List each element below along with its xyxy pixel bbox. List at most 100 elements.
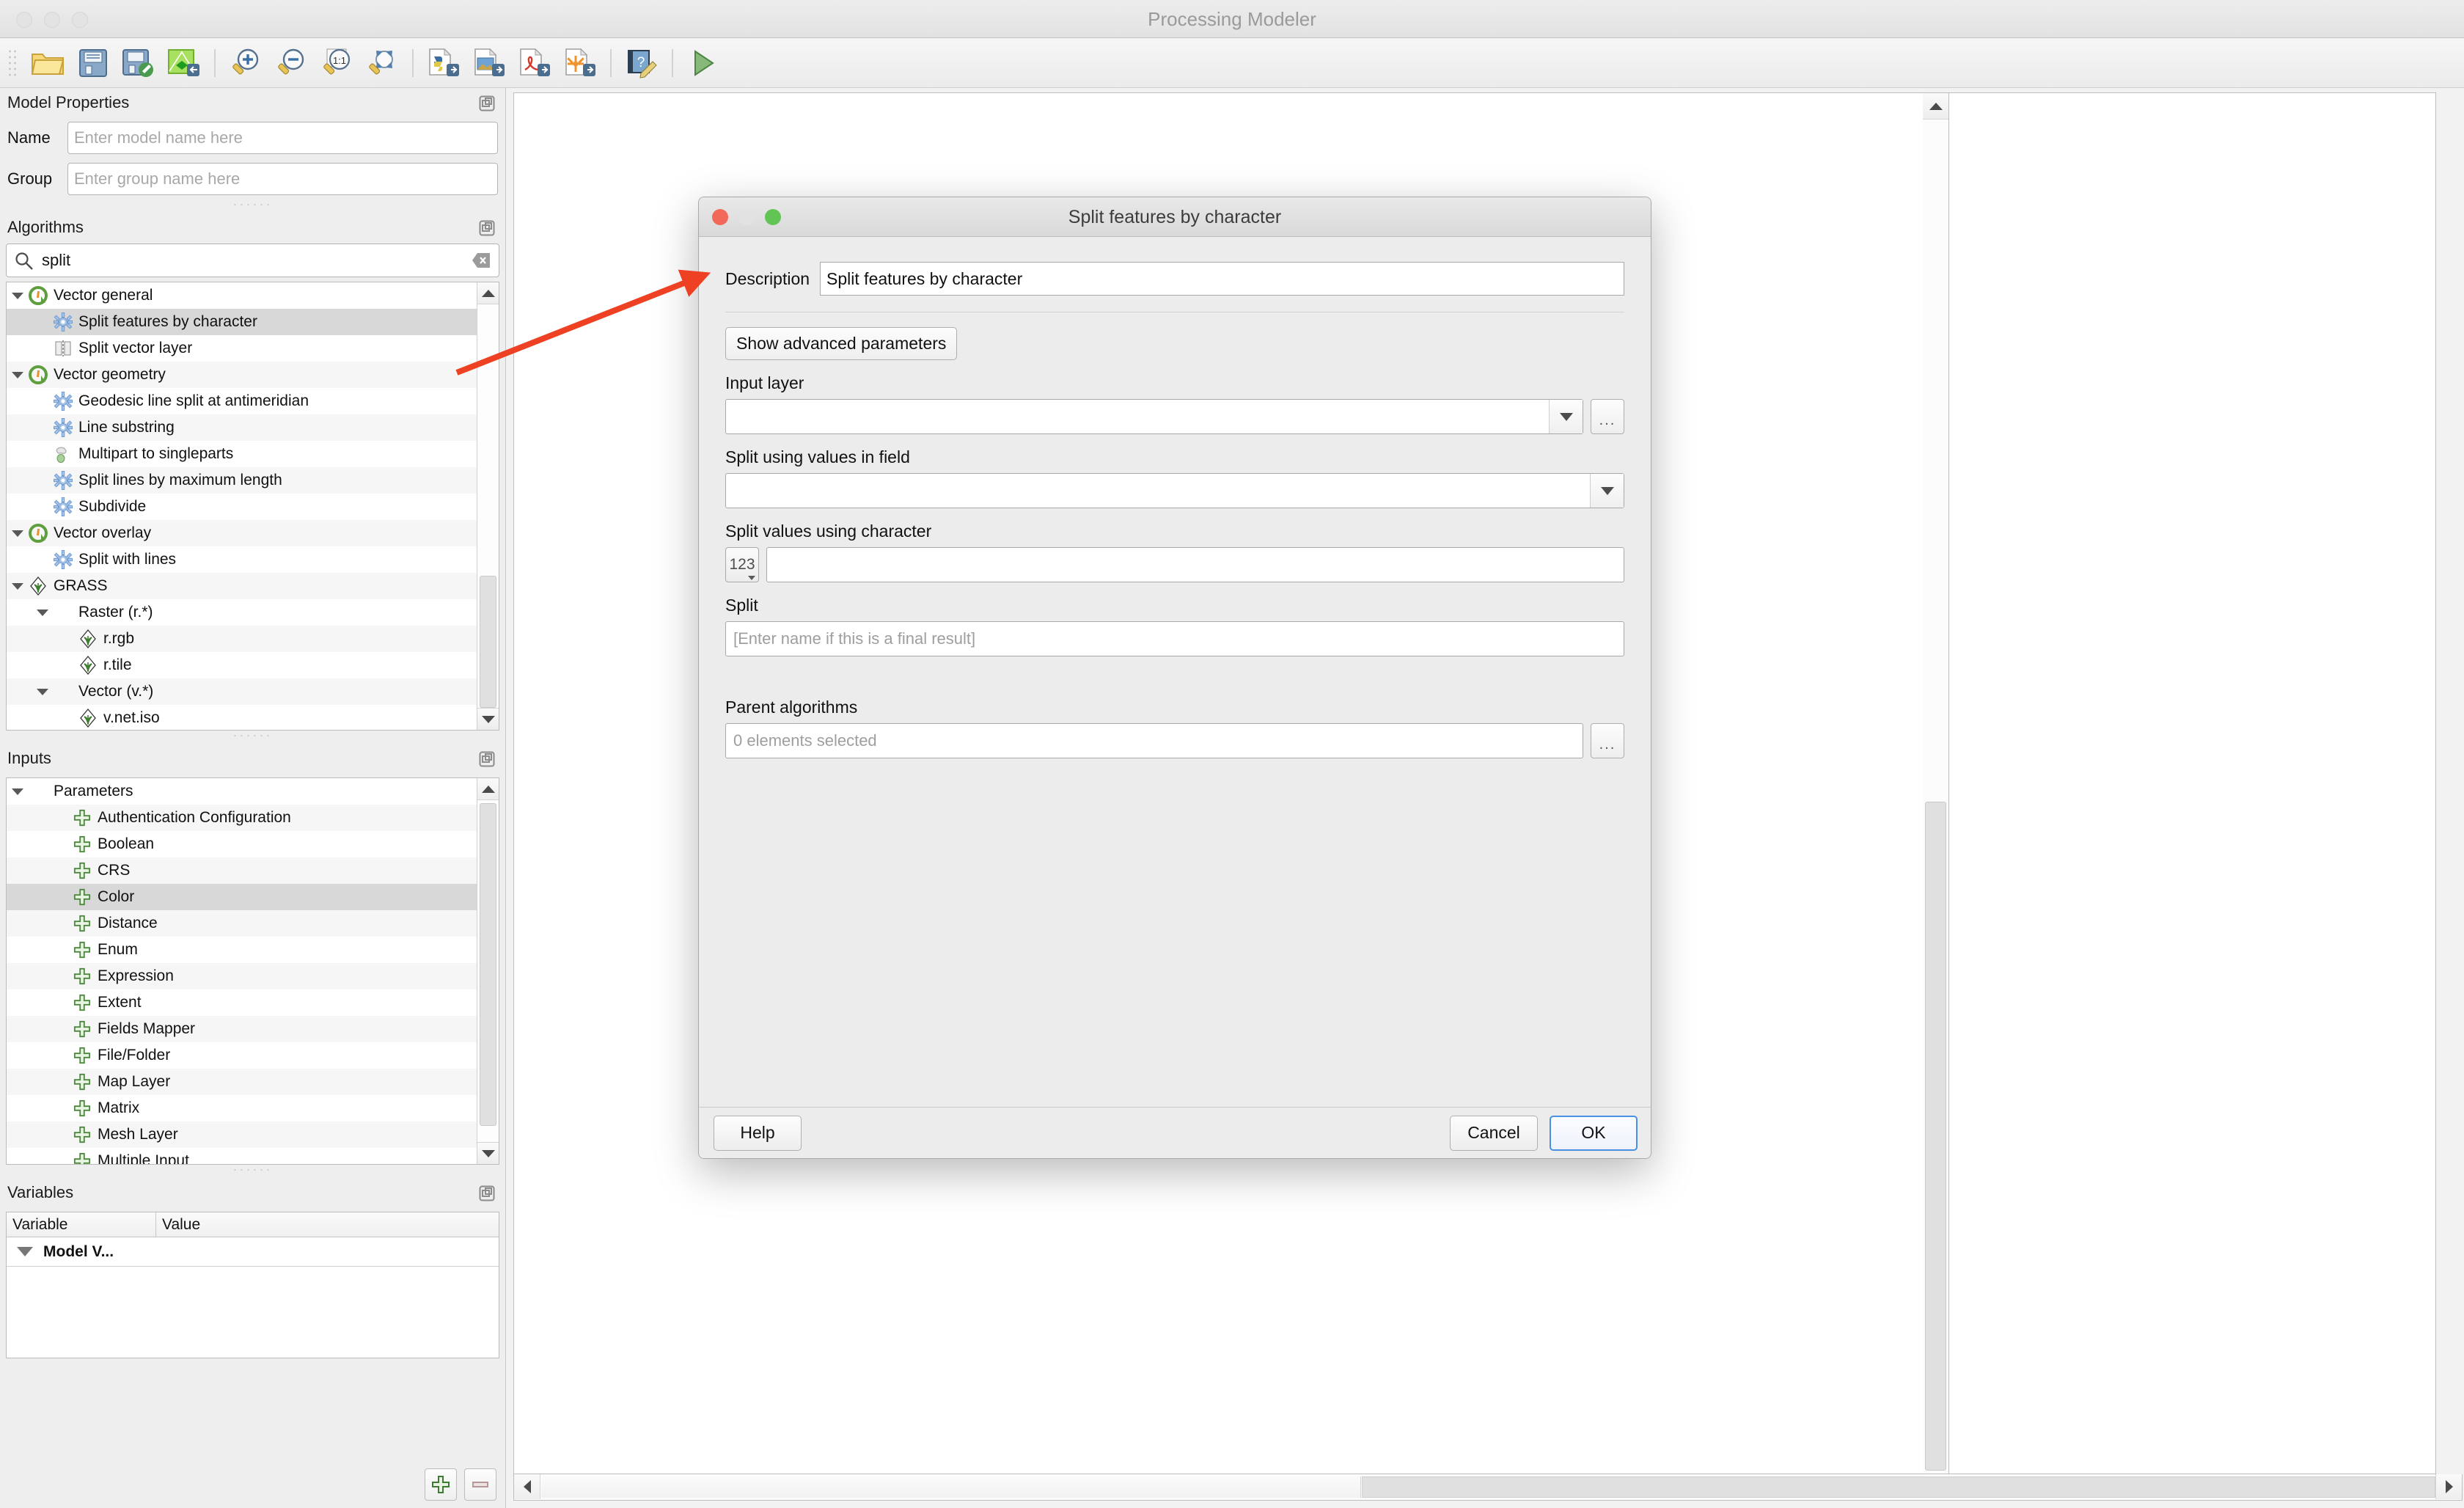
dock-splitter-2[interactable]: ······ [0, 731, 505, 744]
tree-row[interactable]: Split with lines [7, 546, 499, 573]
save-model-button[interactable] [70, 43, 116, 84]
input-layer-dropdown-arrow[interactable] [1549, 400, 1583, 433]
tree-row[interactable]: Boolean [7, 831, 499, 857]
dock-splitter-3[interactable]: ······ [0, 1165, 505, 1178]
canvas-horizontal-scrollbar[interactable] [513, 1474, 2463, 1501]
dock-splitter-1[interactable]: ······ [0, 200, 505, 213]
split-field-combobox[interactable] [725, 473, 1624, 508]
tree-row[interactable]: Line substring [7, 414, 499, 441]
show-advanced-parameters-button[interactable]: Show advanced parameters [725, 327, 957, 360]
export-as-svg-button[interactable] [557, 43, 603, 84]
add-variable-button[interactable] [425, 1468, 457, 1501]
tree-row[interactable]: Fields Mapper [7, 1016, 499, 1042]
algorithms-float-icon[interactable] [479, 220, 495, 236]
canvas-scroll-up-button[interactable] [1923, 93, 1948, 120]
tree-row[interactable]: Extent [7, 989, 499, 1016]
tree-row[interactable]: Vector geometry [7, 362, 499, 388]
algorithms-scroll-down-button[interactable] [477, 708, 499, 730]
tree-row[interactable]: Mesh Layer [7, 1121, 499, 1148]
model-name-input[interactable] [67, 122, 498, 154]
split-field-dropdown-arrow[interactable] [1590, 474, 1624, 508]
export-as-image-button[interactable] [466, 43, 512, 84]
tree-row[interactable]: Enum [7, 937, 499, 963]
tree-row[interactable]: Raster (r.*) [7, 599, 499, 626]
tree-row[interactable]: GRASS [7, 573, 499, 599]
canvas-horizontal-scroll-thumb[interactable] [541, 1476, 1361, 1498]
split-character-input[interactable] [766, 547, 1624, 582]
parent-algorithms-browse-button[interactable]: ... [1591, 723, 1624, 758]
tree-row[interactable]: Vector overlay [7, 520, 499, 546]
tree-row[interactable]: Map Layer [7, 1069, 499, 1095]
zoom-full-button[interactable] [359, 43, 405, 84]
model-properties-float-icon[interactable] [479, 95, 495, 111]
model-group-input[interactable] [67, 163, 498, 195]
zoom-in-button[interactable] [223, 43, 268, 84]
tree-row[interactable]: Matrix [7, 1095, 499, 1121]
tree-row[interactable]: Geodesic line split at antimeridian [7, 388, 499, 414]
canvas-vertical-scrollbar[interactable] [1923, 92, 1949, 1474]
dialog-close-icon[interactable] [712, 209, 728, 225]
expander-icon[interactable] [8, 788, 27, 795]
cancel-button[interactable]: Cancel [1450, 1116, 1538, 1151]
export-as-python-button[interactable] [421, 43, 466, 84]
tree-row[interactable]: Split features by character [7, 309, 499, 335]
inputs-float-icon[interactable] [479, 751, 495, 767]
inputs-scroll-down-button[interactable] [477, 1142, 499, 1164]
variables-float-icon[interactable] [479, 1185, 495, 1201]
edit-help-button[interactable]: ? [619, 43, 664, 84]
algorithms-scroll-thumb[interactable] [480, 576, 496, 708]
zoom-actual-button[interactable]: 1:1 [314, 43, 359, 84]
toolbar-grip[interactable] [7, 48, 19, 78]
tree-row[interactable]: Multiple Input [7, 1148, 499, 1165]
run-model-button[interactable] [681, 43, 726, 84]
expander-icon[interactable] [33, 689, 52, 695]
variables-table[interactable]: Variable Value Model V... [6, 1212, 499, 1358]
algorithm-search-input[interactable] [6, 244, 499, 277]
tree-row[interactable]: Color [7, 884, 499, 910]
export-model-button[interactable] [161, 43, 207, 84]
expander-icon[interactable] [8, 583, 27, 590]
algorithms-scroll-up-button[interactable] [477, 282, 499, 304]
parent-algorithms-input[interactable] [725, 723, 1583, 758]
expander-icon[interactable] [8, 293, 27, 299]
canvas-horizontal-scroll-track[interactable] [1362, 1476, 2435, 1498]
split-character-datadefined-button[interactable]: 123 [725, 547, 759, 582]
split-output-input[interactable] [725, 621, 1624, 656]
help-button[interactable]: Help [714, 1116, 802, 1151]
export-as-pdf-button[interactable] [512, 43, 557, 84]
canvas-scroll-right-button[interactable] [2435, 1474, 2462, 1499]
tree-row[interactable]: Parameters [7, 778, 499, 805]
canvas-vertical-scroll-thumb[interactable] [1925, 802, 1946, 1471]
ok-button[interactable]: OK [1550, 1116, 1638, 1151]
tree-row[interactable]: Split lines by maximum length [7, 467, 499, 494]
input-layer-browse-button[interactable]: ... [1591, 399, 1624, 434]
zoom-out-button[interactable] [268, 43, 314, 84]
algorithms-tree-scrollbar[interactable] [477, 282, 499, 730]
dialog-minimize-icon[interactable] [738, 209, 755, 225]
clear-search-icon[interactable] [472, 252, 491, 272]
tree-row[interactable]: Multipart to singleparts [7, 441, 499, 467]
tree-row[interactable]: CRS [7, 857, 499, 884]
tree-row[interactable]: Split vector layer [7, 335, 499, 362]
input-layer-combobox[interactable] [725, 399, 1583, 434]
tree-row[interactable]: r.rgb [7, 626, 499, 652]
tree-row[interactable]: v.net.iso [7, 705, 499, 731]
tree-row[interactable]: Authentication Configuration [7, 805, 499, 831]
tree-row[interactable]: Vector general [7, 282, 499, 309]
variables-row-model-variables[interactable]: Model V... [7, 1237, 499, 1267]
expander-icon[interactable] [33, 610, 52, 616]
tree-row[interactable]: Distance [7, 910, 499, 937]
algorithms-tree[interactable]: Vector generalSplit features by characte… [6, 282, 499, 731]
canvas-scroll-left-button[interactable] [514, 1474, 540, 1499]
expander-icon[interactable] [8, 530, 27, 537]
inputs-tree-scrollbar[interactable] [477, 778, 499, 1164]
tree-row[interactable]: Subdivide [7, 494, 499, 520]
tree-row[interactable]: r.tile [7, 652, 499, 678]
remove-variable-button[interactable] [464, 1468, 496, 1501]
inputs-tree[interactable]: ParametersAuthentication ConfigurationBo… [6, 777, 499, 1165]
tree-row[interactable]: File/Folder [7, 1042, 499, 1069]
tree-row[interactable]: Expression [7, 963, 499, 989]
open-model-button[interactable] [25, 43, 70, 84]
expander-icon[interactable] [8, 372, 27, 378]
dialog-zoom-icon[interactable] [765, 209, 781, 225]
